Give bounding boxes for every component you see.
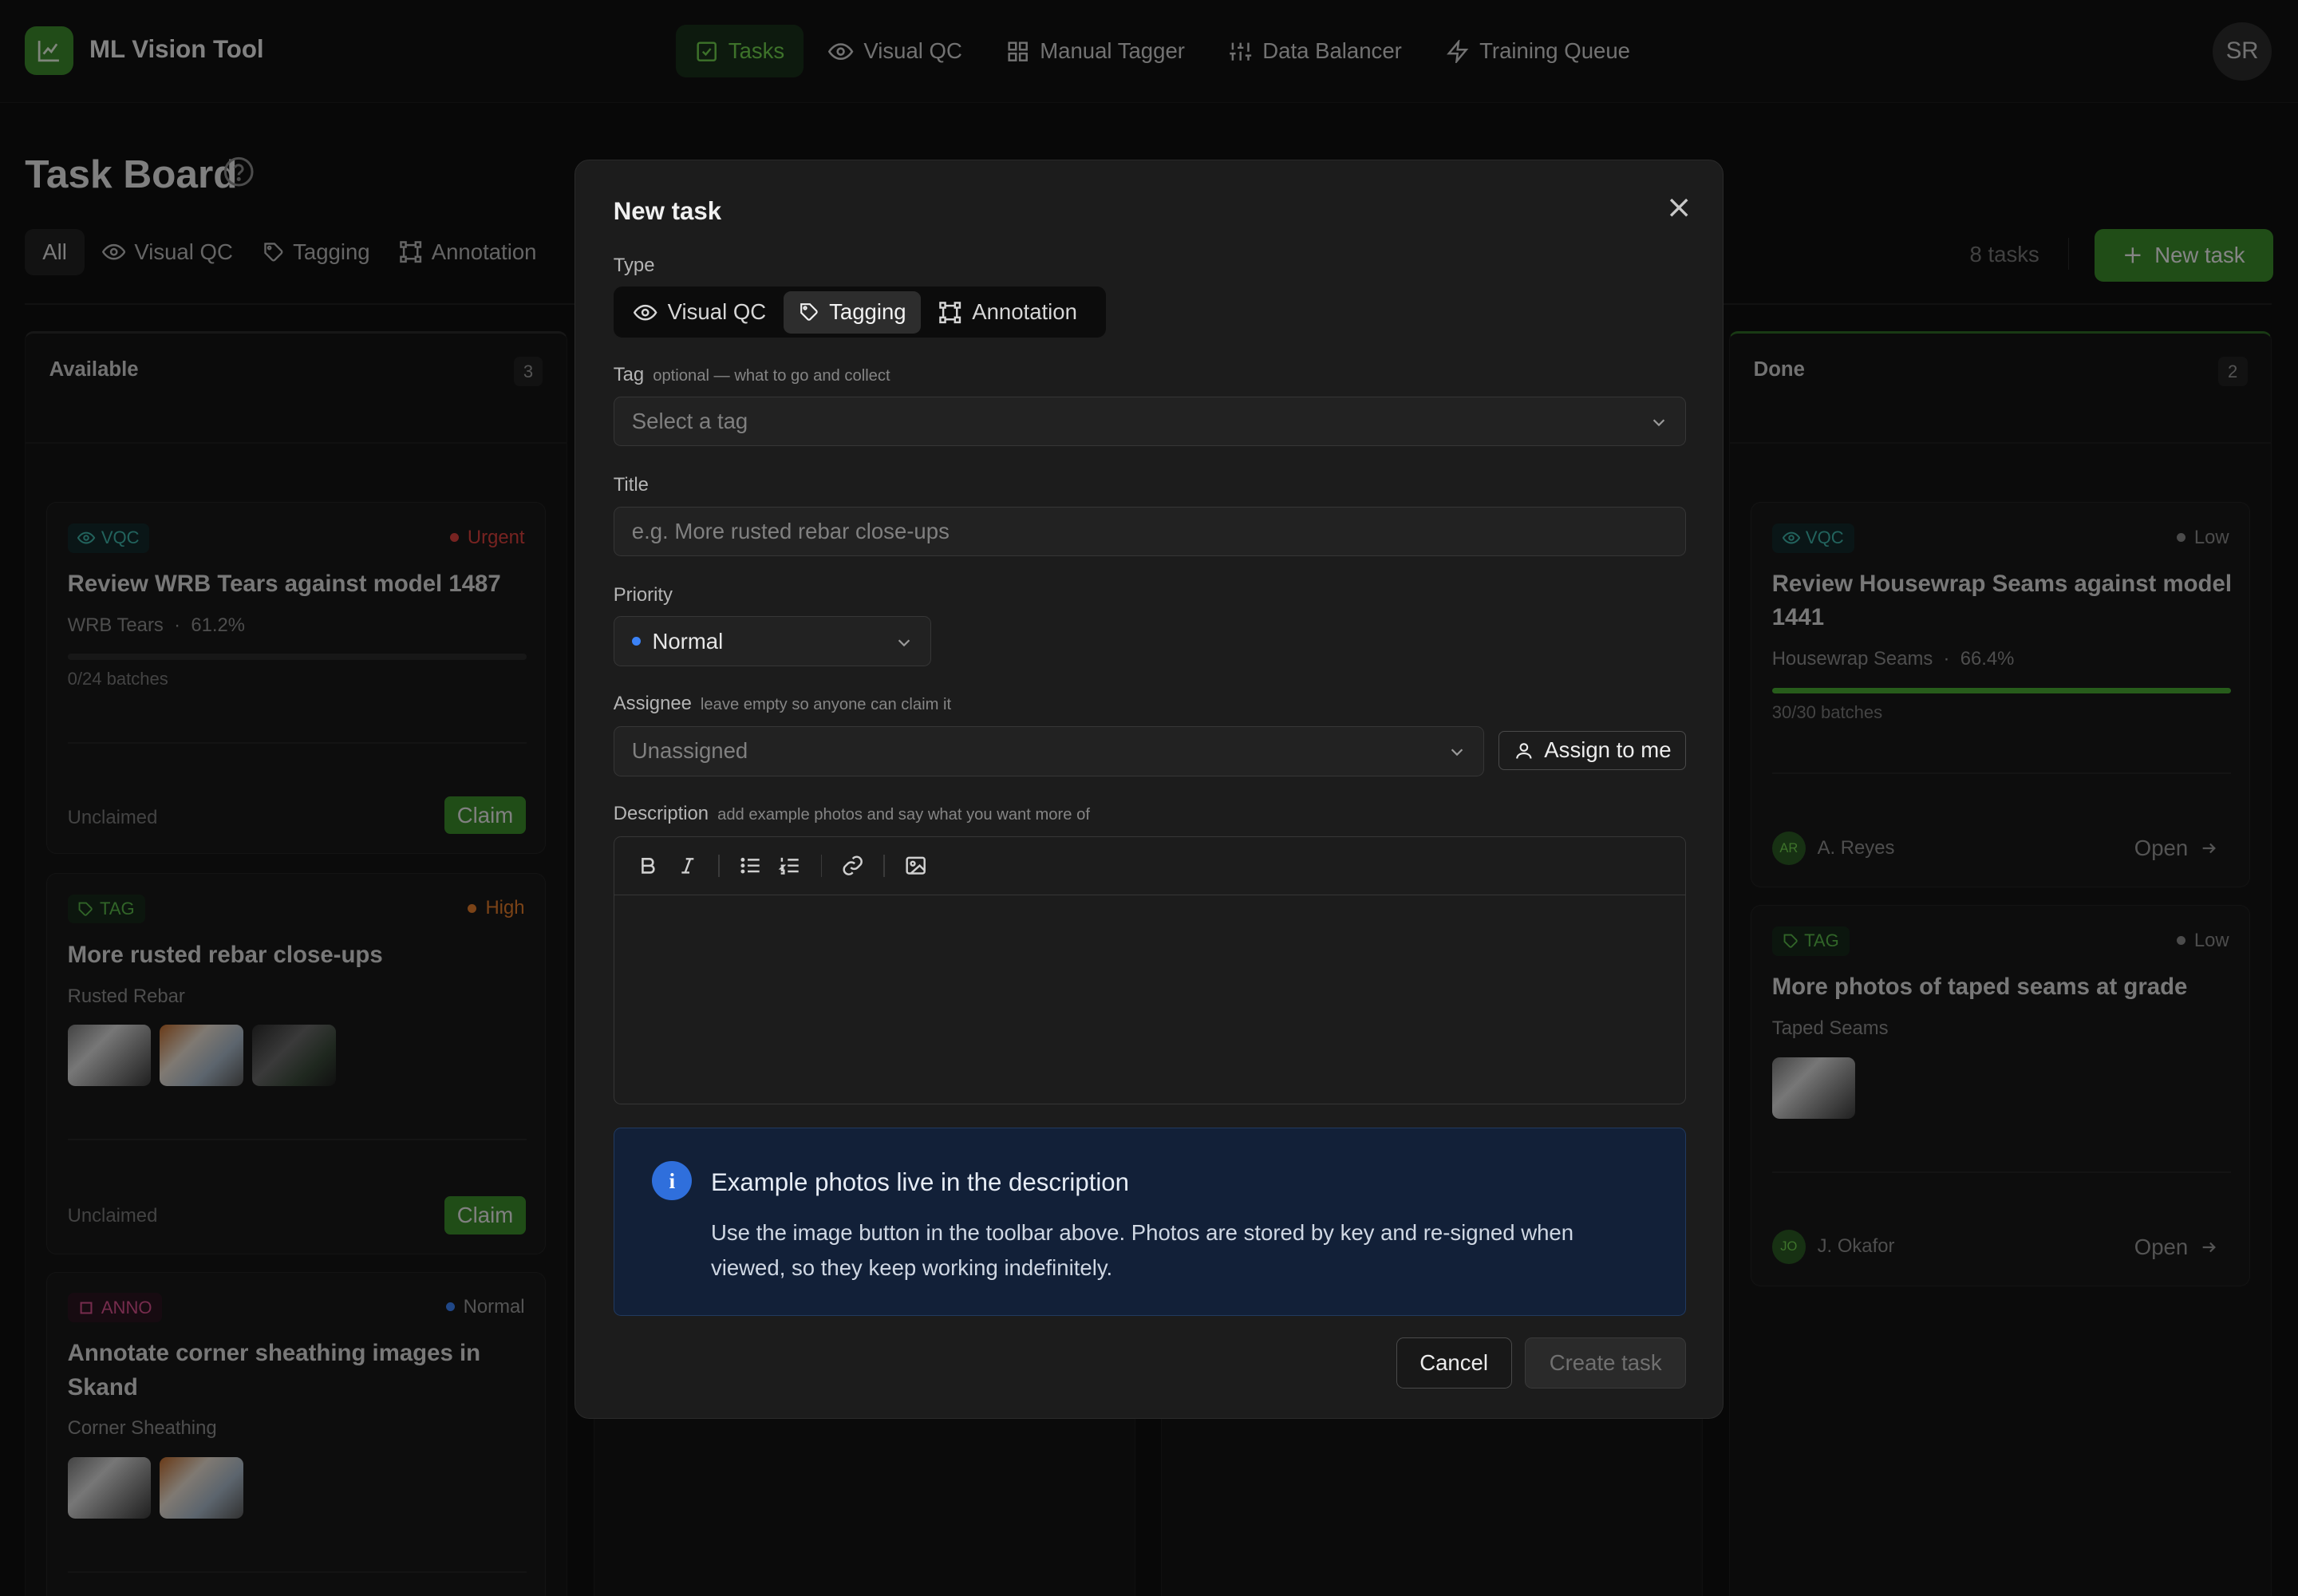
bullet-list-button[interactable] [737,853,764,879]
tag-icon [800,303,818,322]
cancel-button[interactable]: Cancel [1396,1337,1512,1389]
user-icon [1515,742,1532,759]
info-callout: i Example photos live in the description… [613,1128,1687,1316]
description-label: Description add example photos and say wh… [613,802,1090,824]
info-text: Use the image button in the toolbar abov… [710,1219,1574,1280]
bullet-list-icon [740,858,760,874]
divider [883,855,886,877]
tag-select[interactable]: Select a tag [613,396,1687,447]
image-button[interactable] [902,853,929,879]
description-textarea[interactable] [614,897,1685,1104]
divider [820,855,823,877]
bounding-box-icon [939,301,961,323]
italic-icon [681,858,694,874]
create-task-button[interactable]: Create task [1525,1337,1687,1389]
editor-toolbar [614,837,1686,896]
priority-dot [631,637,641,646]
type-selector: Visual QC Tagging Annotation [613,286,1106,338]
info-title: Example photos live in the description [710,1167,1130,1196]
numbered-list-button[interactable] [776,853,803,879]
info-icon: i [652,1160,693,1201]
chevron-down-icon [1451,749,1463,757]
link-icon [843,855,863,876]
dialog-title: New task [613,197,722,226]
close-icon[interactable] [1663,192,1695,223]
description-editor [613,836,1687,1104]
assignee-select[interactable]: Unassigned [613,726,1484,776]
chevron-down-icon [1652,419,1665,427]
chevron-down-icon [898,639,910,646]
assignee-label: Assignee leave empty so anyone can claim … [613,692,952,714]
italic-button[interactable] [674,853,701,879]
link-button[interactable] [839,853,866,879]
type-label: Type [613,254,655,276]
new-task-dialog: New task Type Visual QC Tagging Annotati… [574,160,1724,1419]
priority-label: Priority [613,583,673,606]
eye-icon [634,304,657,321]
type-option-tagging[interactable]: Tagging [784,290,921,334]
app-root: ML Vision Tool Tasks Visual QC Manual Ta… [0,0,2298,1596]
numbered-list-icon [779,858,799,875]
type-option-visual-qc[interactable]: Visual QC [619,291,780,334]
bold-icon [642,858,655,874]
bold-button[interactable] [634,853,661,879]
divider [718,855,720,877]
title-label: Title [613,474,649,496]
priority-select[interactable]: Normal [613,616,932,666]
title-input[interactable]: e.g. More rusted rebar close-ups [613,506,1687,557]
tag-label: Tag optional — what to go and collect [613,364,890,386]
type-option-annotation[interactable]: Annotation [924,291,1092,334]
assign-to-me-button[interactable]: Assign to me [1498,730,1687,771]
image-icon [906,857,926,875]
